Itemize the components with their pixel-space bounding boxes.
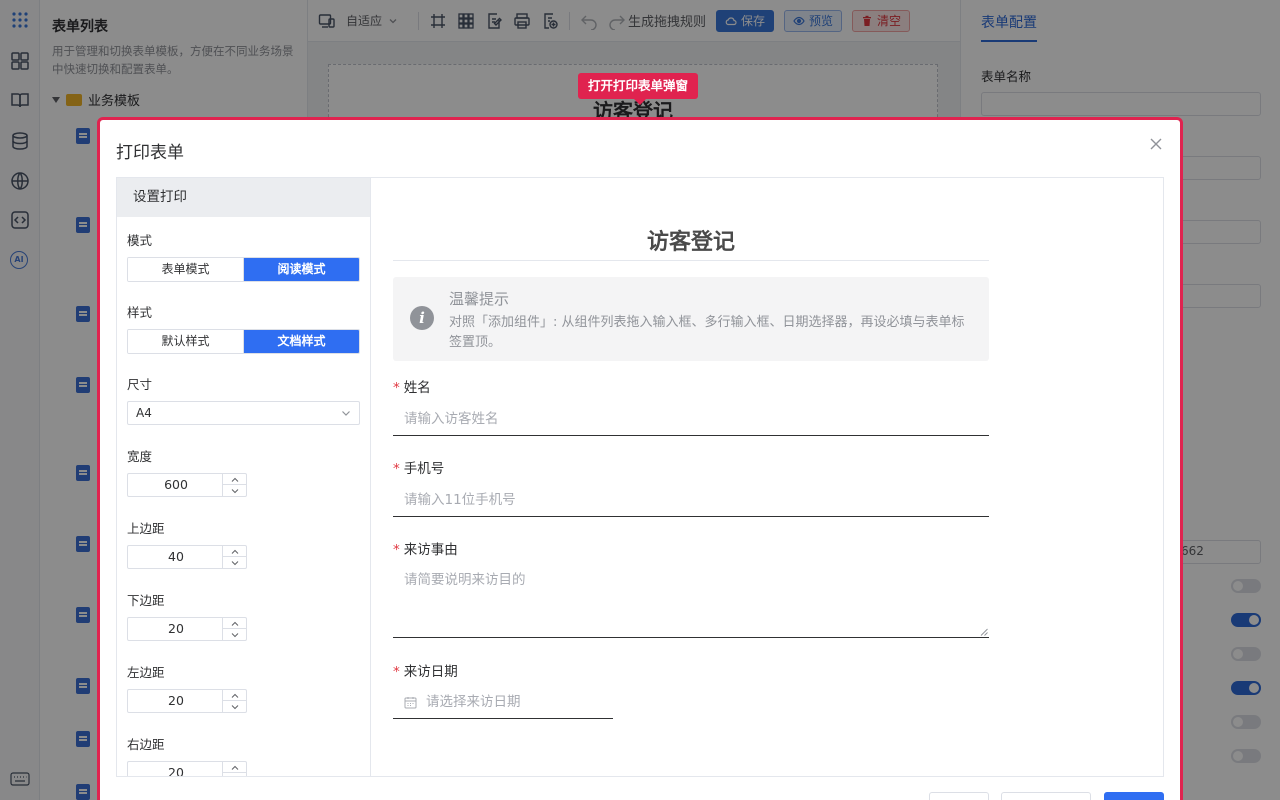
width-value: 600 — [164, 477, 188, 492]
style-document-button[interactable]: 文档样式 — [243, 330, 359, 353]
print-preview: 访客登记 i 温馨提示 对照「添加组件」: 从组件列表拖入输入框、多行输入框、日… — [371, 178, 1163, 776]
left-margin-stepper[interactable]: 20 — [127, 689, 247, 713]
width-stepper[interactable]: 600 — [127, 473, 247, 497]
mode-form-button[interactable]: 表单模式 — [128, 258, 243, 281]
chevron-down-icon — [341, 408, 351, 418]
print-settings-panel: 设置打印 模式 表单模式 阅读模式 样式 默认样式 文档样式 尺寸 A4 宽度 … — [117, 178, 371, 776]
field-label-name: * 姓名 — [393, 380, 431, 396]
required-mark: * — [393, 542, 400, 558]
footer-button[interactable] — [929, 792, 989, 800]
required-mark: * — [393, 380, 400, 396]
right-margin-label: 右边距 — [127, 737, 165, 752]
width-label: 宽度 — [127, 449, 153, 464]
tip-text: 对照「添加组件」: 从组件列表拖入输入框、多行输入框、日期选择器，再设必填与表单… — [449, 315, 965, 350]
size-select-value: A4 — [136, 406, 152, 420]
footer-primary-button[interactable] — [1104, 792, 1164, 800]
increment-icon[interactable] — [223, 762, 246, 773]
reason-placeholder: 请简要说明来访目的 — [404, 572, 526, 588]
increment-icon[interactable] — [223, 474, 246, 485]
left-margin-label: 左边距 — [127, 665, 165, 680]
increment-icon[interactable] — [223, 690, 246, 701]
dialog-body: 设置打印 模式 表单模式 阅读模式 样式 默认样式 文档样式 尺寸 A4 宽度 … — [116, 177, 1164, 777]
size-select[interactable]: A4 — [127, 401, 360, 425]
mode-read-button[interactable]: 阅读模式 — [243, 258, 359, 281]
dialog-title: 打印表单 — [116, 143, 184, 163]
increment-icon[interactable] — [223, 618, 246, 629]
size-label: 尺寸 — [127, 377, 153, 392]
bottom-margin-value: 20 — [168, 621, 184, 636]
tip-alert: i 温馨提示 对照「添加组件」: 从组件列表拖入输入框、多行输入框、日期选择器，… — [393, 277, 989, 361]
mode-switch: 表单模式 阅读模式 — [127, 257, 360, 282]
preview-form-title: 访客登记 — [646, 230, 735, 255]
required-mark: * — [393, 664, 400, 680]
close-icon[interactable] — [1148, 136, 1164, 152]
date-placeholder: 请选择来访日期 — [426, 694, 521, 710]
info-icon: i — [410, 306, 434, 330]
tooltip-open-print-dialog: 打开打印表单弹窗 — [578, 73, 699, 105]
right-margin-stepper[interactable]: 20 — [127, 761, 247, 776]
field-label-date: * 来访日期 — [393, 664, 458, 680]
bottom-margin-stepper[interactable]: 20 — [127, 617, 247, 641]
style-switch: 默认样式 文档样式 — [127, 329, 360, 354]
top-margin-value: 40 — [168, 549, 184, 564]
bottom-margin-label: 下边距 — [127, 593, 165, 608]
decrement-icon[interactable] — [223, 557, 246, 568]
name-input[interactable]: 请输入访客姓名 — [393, 402, 989, 436]
calendar-icon — [404, 696, 417, 709]
phone-input[interactable]: 请输入11位手机号 — [393, 483, 989, 517]
increment-icon[interactable] — [223, 546, 246, 557]
print-form-dialog: 打印表单 设置打印 模式 表单模式 阅读模式 样式 默认样式 文档样式 尺寸 A… — [97, 117, 1183, 800]
decrement-icon[interactable] — [223, 701, 246, 712]
mode-label: 模式 — [127, 233, 153, 248]
style-default-button[interactable]: 默认样式 — [128, 330, 243, 353]
style-label: 样式 — [127, 305, 153, 320]
required-mark: * — [393, 461, 400, 477]
settings-header: 设置打印 — [117, 178, 370, 217]
decrement-icon[interactable] — [223, 773, 246, 776]
field-label-reason: * 来访事由 — [393, 542, 458, 558]
top-margin-label: 上边距 — [127, 521, 165, 536]
decrement-icon[interactable] — [223, 629, 246, 640]
left-margin-value: 20 — [168, 693, 184, 708]
resize-grip-icon[interactable] — [980, 628, 988, 636]
reason-textarea[interactable]: 请简要说明来访目的 — [393, 560, 989, 638]
date-picker[interactable]: 请选择来访日期 — [393, 685, 613, 719]
field-label-phone: * 手机号 — [393, 461, 445, 477]
divider — [393, 260, 989, 261]
footer-button[interactable] — [1001, 792, 1091, 800]
tip-title: 温馨提示 — [449, 290, 510, 308]
decrement-icon[interactable] — [223, 485, 246, 496]
top-margin-stepper[interactable]: 40 — [127, 545, 247, 569]
right-margin-value: 20 — [168, 765, 184, 776]
